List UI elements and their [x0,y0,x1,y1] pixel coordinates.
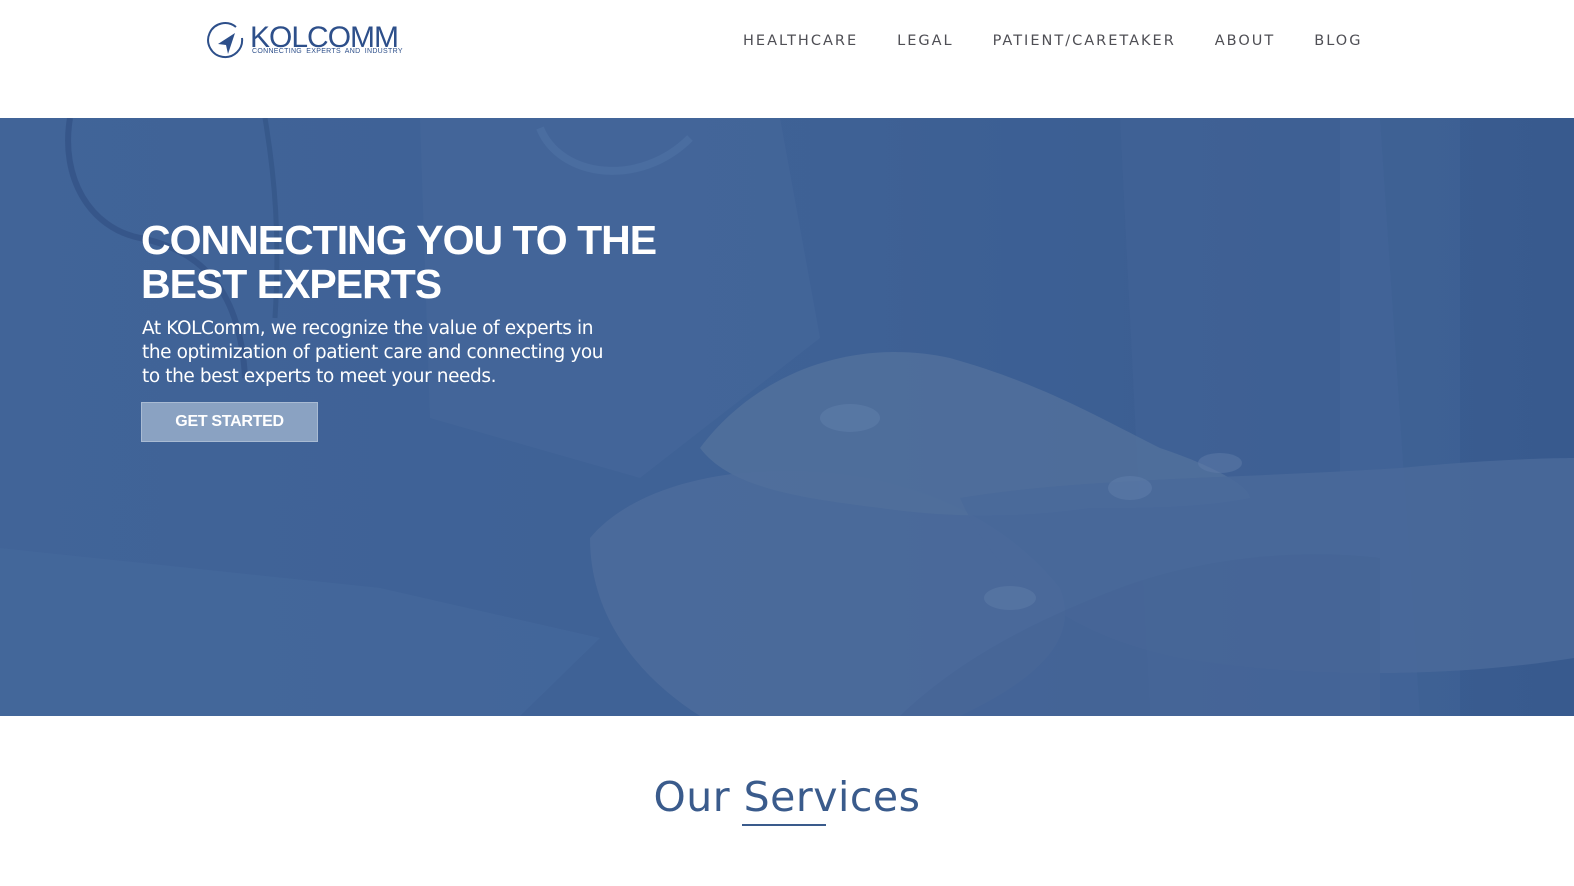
hero-title: CONNECTING YOU TO THE BEST EXPERTS [141,217,657,307]
hero-subtitle: At KOLComm, we recognize the value of ex… [142,318,604,387]
logo-tagline: CONNECTING EXPERTS AND INDUSTRY [252,48,403,55]
services-heading-underline [742,824,826,826]
nav-blog[interactable]: BLOG [1314,31,1362,51]
nav-legal[interactable]: LEGAL [897,31,953,51]
nav-about[interactable]: ABOUT [1215,31,1276,51]
nav-patient-caretaker[interactable]: PATIENT/CARETAKER [993,31,1176,51]
nav-healthcare[interactable]: HEALTHCARE [743,31,858,51]
site-header: KOLCOMM CONNECTING EXPERTS AND INDUSTRY … [0,0,1574,118]
main-nav: HEALTHCARE LEGAL PATIENT/CARETAKER ABOUT… [743,31,1362,51]
kolcomm-logo[interactable]: KOLCOMM CONNECTING EXPERTS AND INDUSTRY [206,21,416,63]
compass-arrow-icon [207,22,244,59]
services-heading: Our Services [653,773,921,821]
hero-banner: CONNECTING YOU TO THE BEST EXPERTS At KO… [0,118,1574,716]
get-started-button[interactable]: GET STARTED [141,402,318,442]
